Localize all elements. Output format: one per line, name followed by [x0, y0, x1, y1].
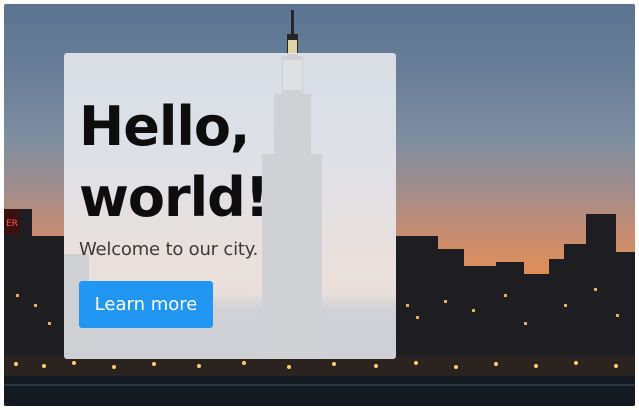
learn-more-button[interactable]: Learn more [79, 281, 213, 328]
hero-section: ER Hello, world! Welcome to our city. Le… [4, 4, 635, 406]
welcome-panel: Hello, world! Welcome to our city. Learn… [64, 53, 396, 359]
svg-text:ER: ER [6, 219, 18, 229]
hero-title-line2: world! [79, 166, 269, 229]
hero-subtitle: Welcome to our city. [79, 239, 259, 260]
hero-title-line1: Hello, [79, 95, 250, 158]
hero-title: Hello, world! [79, 91, 379, 233]
